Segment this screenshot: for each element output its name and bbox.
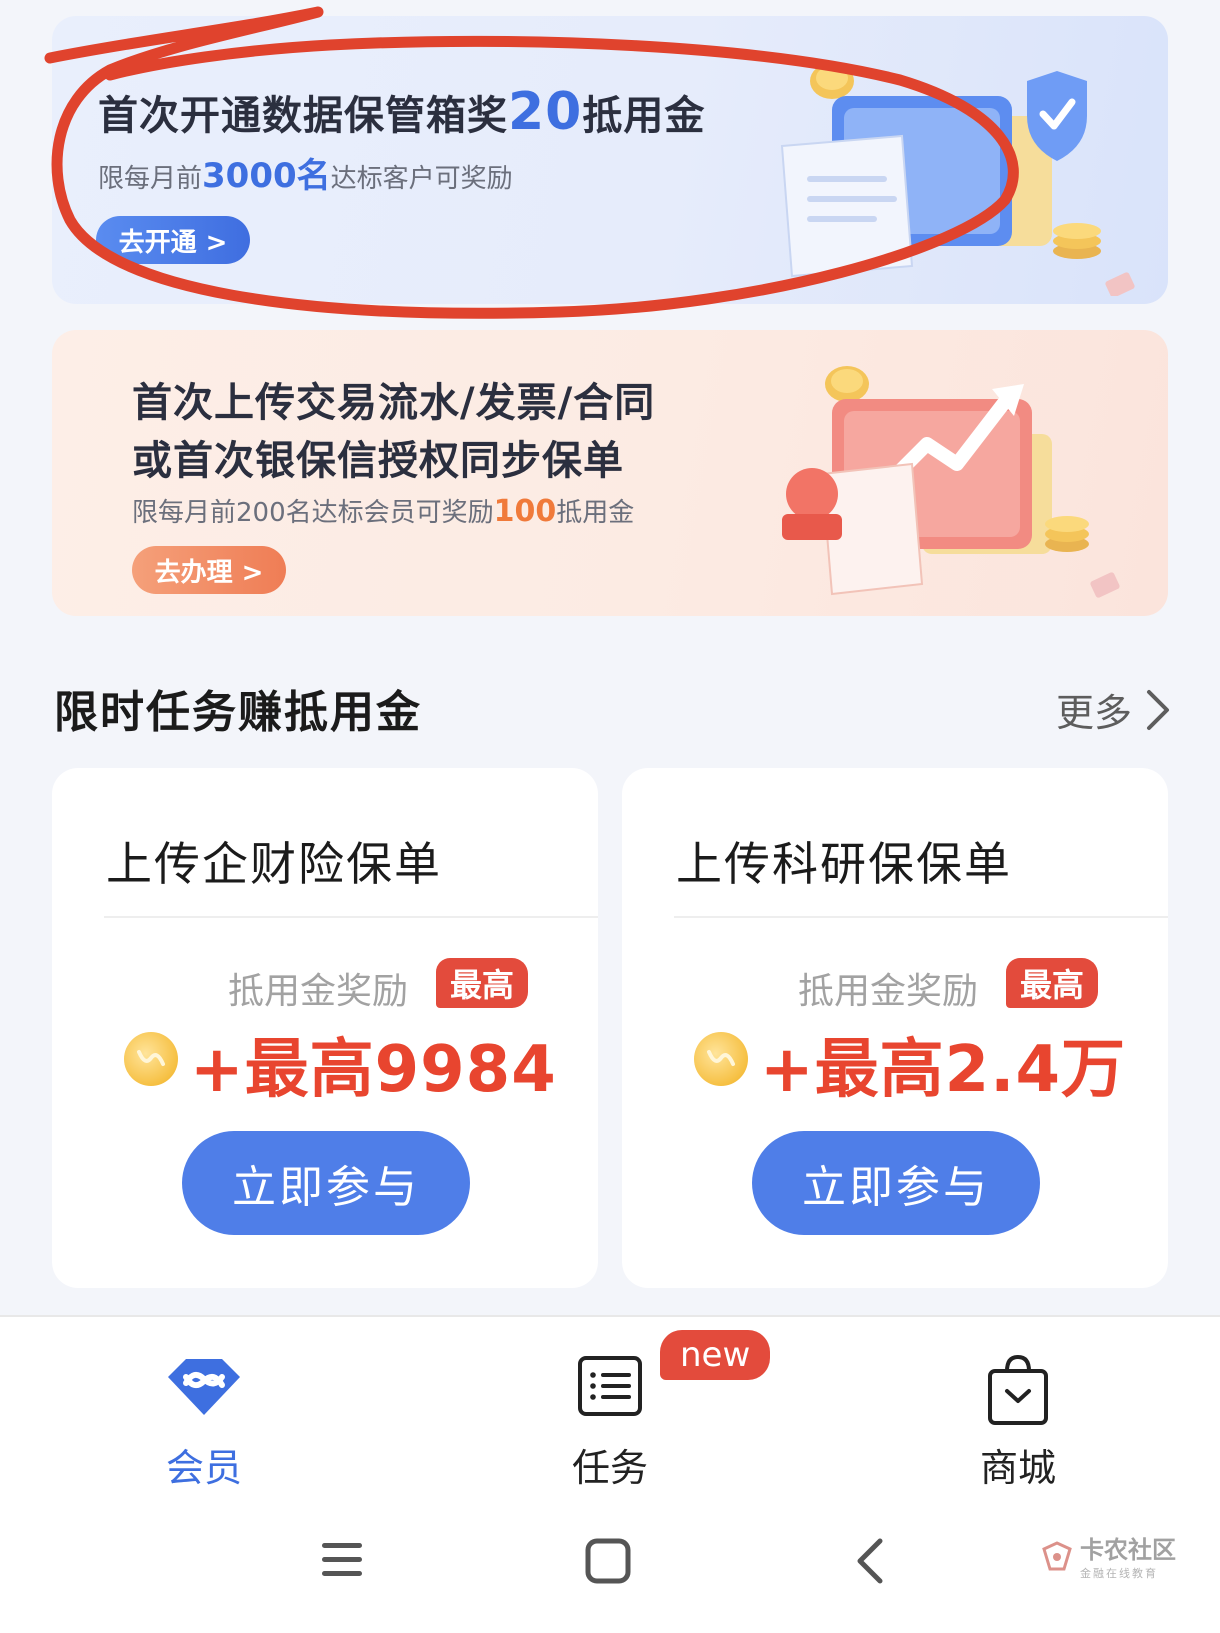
tab-mall-label: 商城 — [979, 1446, 1056, 1490]
task-card: 上传企财险保单 抵用金奖励 最高 +最高9984 立即参与 — [52, 768, 598, 1288]
vault-banner-title: 首次开通数据保管箱奖20抵用金 — [98, 82, 706, 142]
more-link[interactable]: 更多 — [1056, 682, 1170, 737]
card-divider — [104, 916, 598, 918]
home-icon[interactable] — [584, 1537, 632, 1585]
join-button[interactable]: 立即参与 — [182, 1131, 470, 1235]
vault-illustration — [780, 63, 1135, 296]
max-badge: 最高 — [436, 958, 529, 1008]
task-list-icon — [578, 1356, 642, 1416]
back-icon[interactable] — [852, 1537, 888, 1585]
reward-label: 抵用金奖励 — [228, 971, 409, 1012]
chevron-right-icon — [1147, 689, 1169, 730]
tab-member-label: 会员 — [165, 1446, 242, 1490]
vault-banner[interactable]: 首次开通数据保管箱奖20抵用金 限每月前3000名达标客户可奖励 去开通 > — [52, 16, 1168, 304]
task-card: 上传科研保保单 抵用金奖励 最高 +最高2.4万 立即参与 — [622, 768, 1168, 1288]
upload-handle-button[interactable]: 去办理 > — [132, 546, 286, 594]
task-title: 上传企财险保单 — [106, 837, 442, 891]
member-diamond-icon — [168, 1359, 240, 1415]
section-title: 限时任务赚抵用金 — [54, 687, 422, 738]
upload-banner-title-line1: 首次上传交易流水/发票/合同 — [132, 380, 656, 426]
reward-amount: +最高2.4万 — [760, 1033, 1126, 1107]
tab-member[interactable]: 会员 — [84, 1317, 324, 1497]
bottom-tab-bar: 会员 任务 商城 — [0, 1315, 1220, 1495]
upload-illustration — [782, 366, 1120, 598]
system-nav-bar — [0, 1495, 1220, 1633]
max-badge: 最高 — [1006, 958, 1099, 1008]
coin-icon — [124, 1032, 178, 1086]
upload-banner[interactable]: 首次上传交易流水/发票/合同 或首次银保信授权同步保单 限每月前200名达标会员… — [52, 330, 1168, 616]
shopping-bag-icon — [988, 1354, 1048, 1425]
new-badge: new — [660, 1330, 771, 1380]
watermark-logo: 卡农社区 金融在线教育 — [1040, 1530, 1176, 1581]
upload-banner-title-line2: 或首次银保信授权同步保单 — [132, 438, 624, 484]
watermark-icon — [1042, 1540, 1072, 1570]
task-title: 上传科研保保单 — [676, 837, 1012, 891]
open-vault-button[interactable]: 去开通 > — [96, 216, 250, 264]
watermark-title: 卡农社区 — [1080, 1536, 1176, 1564]
upload-banner-subtitle: 限每月前200名达标会员可奖励100抵用金 — [132, 494, 635, 529]
tab-mall[interactable]: 商城 — [898, 1317, 1138, 1497]
join-button[interactable]: 立即参与 — [752, 1131, 1040, 1235]
card-divider — [674, 916, 1168, 918]
vault-banner-subtitle: 限每月前3000名达标客户可奖励 — [98, 156, 513, 196]
watermark-subtitle: 金融在线教育 — [1080, 1567, 1158, 1580]
more-label: 更多 — [1055, 691, 1132, 735]
reward-label: 抵用金奖励 — [798, 971, 979, 1012]
menu-icon[interactable] — [318, 1537, 366, 1583]
tab-tasks-label: 任务 — [571, 1446, 648, 1490]
reward-amount: +最高9984 — [190, 1033, 557, 1107]
coin-icon — [694, 1032, 748, 1086]
